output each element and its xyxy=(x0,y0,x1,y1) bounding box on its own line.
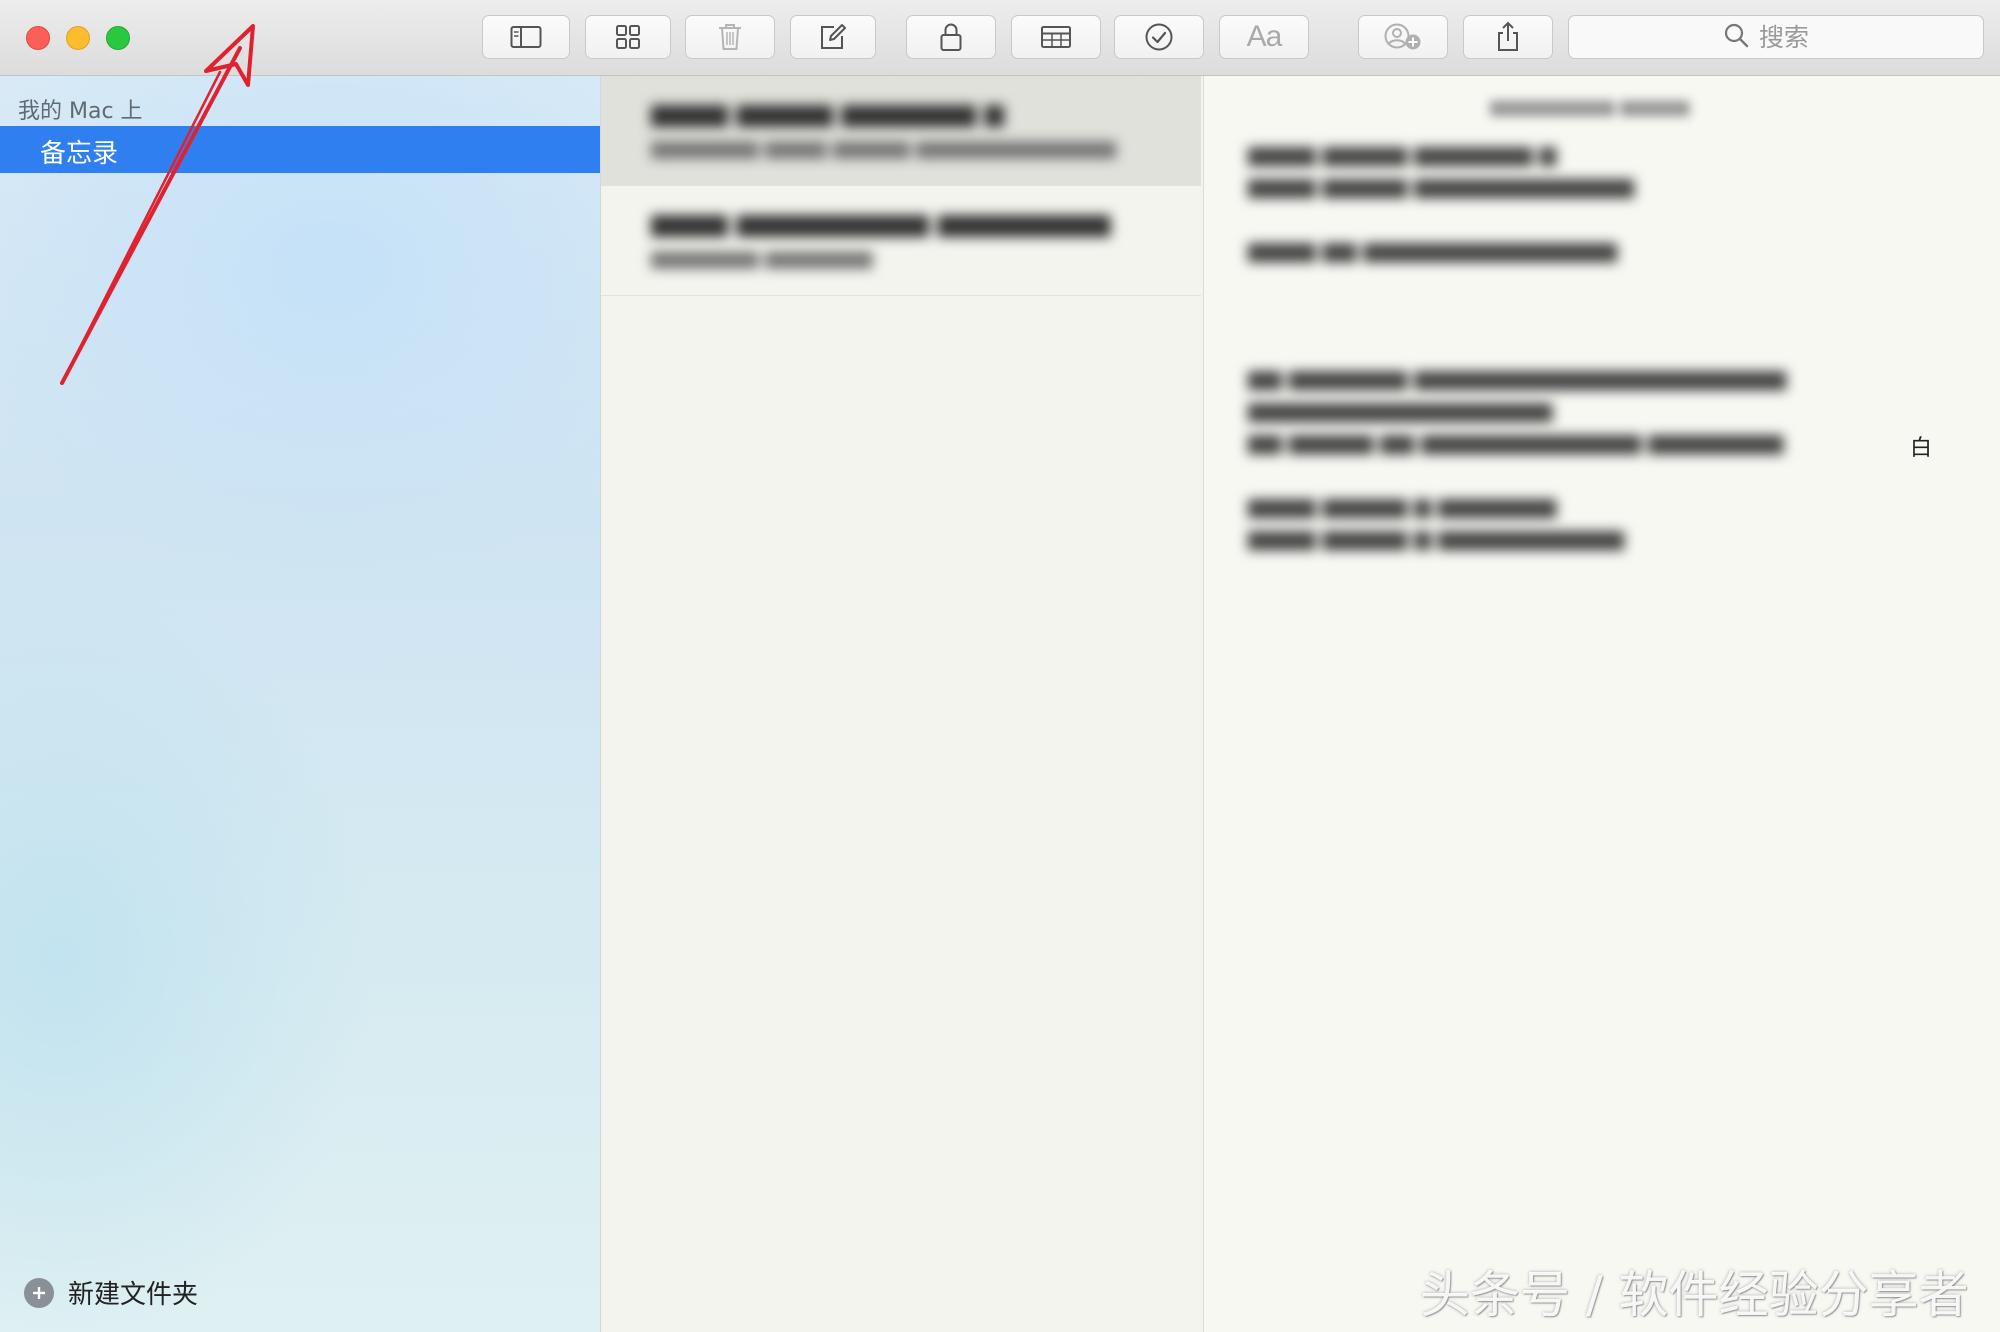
sidebar-icon xyxy=(510,25,542,49)
new-folder-label: 新建文件夹 xyxy=(68,1280,199,1310)
checkmark-circle-icon xyxy=(1144,22,1174,52)
note-text-blurred: ▆▆▆▆ ▆▆ ▆▆▆▆▆▆▆▆▆▆▆▆▆▆▆ xyxy=(1248,238,1618,263)
search-field[interactable] xyxy=(1568,15,1984,59)
note-text-blurred: ▆▆▆▆ ▆▆▆▆▆ ▆▆▆▆▆▆▆ ▆ xyxy=(1248,142,1557,167)
lock-button[interactable] xyxy=(906,15,996,59)
note-title-blurred: ▆▆▆▆ ▆▆▆▆▆ ▆▆▆▆▆▆▆ ▆ xyxy=(651,98,1004,127)
trash-icon xyxy=(717,22,743,52)
grid-icon xyxy=(615,24,641,50)
lock-icon xyxy=(939,22,963,52)
sidebar-item-label: 备忘录 xyxy=(40,139,119,169)
note-title-blurred: ▆▆▆▆ ▆▆▆▆▆▆▆▆▆▆ ▆▆▆▆▆▆▆▆▆ xyxy=(651,208,1111,237)
compose-icon xyxy=(818,23,848,51)
zoom-window-button[interactable] xyxy=(106,26,130,50)
gallery-view-button[interactable] xyxy=(585,15,671,59)
share-icon xyxy=(1495,21,1521,53)
toolbar: Aa xyxy=(0,0,2000,76)
note-text-blurred: ▆▆▆▆▆▆▆▆▆▆▆▆▆▆▆▆▆▆ xyxy=(1248,398,1553,423)
account-section-header: 我的 Mac 上 xyxy=(18,99,143,124)
format-button[interactable]: Aa xyxy=(1219,15,1309,59)
text-format-icon: Aa xyxy=(1246,20,1283,53)
search-input[interactable] xyxy=(1759,22,1829,52)
watermark: 头条号 / 软件经验分享者 xyxy=(1420,1266,1969,1324)
note-list: ▆▆▆▆ ▆▆▆▆▆ ▆▆▆▆▆▆▆ ▆ ▆▆▆▆▆▆▆ ▆▆▆▆ ▆▆▆▆▆ … xyxy=(601,76,1204,1332)
note-date-blurred: ▆▆▆▆▆▆▆▆▆ ▆▆▆▆▆ xyxy=(1490,96,1690,117)
note-text-blurred: ▆▆ ▆▆▆▆▆ ▆▆ ▆▆▆▆▆▆▆▆▆▆▆▆▆ ▆▆▆▆▆▆▆▆ xyxy=(1248,430,1784,455)
checklist-button[interactable] xyxy=(1114,15,1204,59)
table-icon xyxy=(1040,25,1072,49)
sidebar-item-notes[interactable]: 备忘录 xyxy=(0,126,600,173)
note-text-blurred: ▆▆▆▆ ▆▆▆▆▆ ▆ ▆▆▆▆▆▆▆ xyxy=(1248,494,1557,519)
add-person-icon xyxy=(1382,22,1424,52)
list-item[interactable]: ▆▆▆▆ ▆▆▆▆▆▆▆▆▆▆ ▆▆▆▆▆▆▆▆▆ ▆▆▆▆▆▆▆ ▆▆▆▆▆▆… xyxy=(601,186,1201,296)
notes-window: Aa 我的 Mac 上 备忘录 新建文件夹 xyxy=(0,0,2000,1332)
note-text-blurred: ▆▆▆▆ ▆▆▆▆▆ ▆ ▆▆▆▆▆▆▆▆▆▆▆ xyxy=(1248,526,1625,551)
note-text-visible: 白 xyxy=(1910,436,1933,461)
compose-button[interactable] xyxy=(790,15,876,59)
note-text-blurred: ▆▆ ▆▆▆▆▆▆▆ ▆▆▆▆▆▆▆▆▆▆▆▆▆▆▆▆▆▆▆▆▆▆ xyxy=(1248,366,1787,391)
search-icon xyxy=(1723,22,1749,52)
new-folder-button[interactable]: 新建文件夹 xyxy=(24,1274,198,1311)
delete-button[interactable] xyxy=(685,15,775,59)
note-preview-blurred: ▆▆▆▆▆▆▆ ▆▆▆▆ ▆▆▆▆▆ ▆▆▆▆▆▆▆▆▆▆▆▆▆ xyxy=(651,135,1117,159)
share-button[interactable] xyxy=(1463,15,1553,59)
minimize-window-button[interactable] xyxy=(66,26,90,50)
sidebar-toggle-button[interactable] xyxy=(482,15,570,59)
list-item[interactable]: ▆▆▆▆ ▆▆▆▆▆ ▆▆▆▆▆▆▆ ▆ ▆▆▆▆▆▆▆ ▆▆▆▆ ▆▆▆▆▆ … xyxy=(601,76,1201,186)
folder-sidebar: 我的 Mac 上 备忘录 新建文件夹 xyxy=(0,76,601,1332)
close-window-button[interactable] xyxy=(26,26,50,50)
note-editor[interactable]: ▆▆▆▆▆▆▆▆▆ ▆▆▆▆▆ ▆▆▆▆ ▆▆▆▆▆ ▆▆▆▆▆▆▆ ▆ ▆▆▆… xyxy=(1204,76,2000,1332)
add-people-button[interactable] xyxy=(1358,15,1448,59)
table-button[interactable] xyxy=(1011,15,1101,59)
plus-circle-icon xyxy=(24,1277,54,1308)
note-preview-blurred: ▆▆▆▆▆▆▆ ▆▆▆▆▆▆▆ xyxy=(651,245,873,269)
note-text-blurred: ▆▆▆▆ ▆▆▆▆▆ ▆▆▆▆▆▆▆▆▆▆▆▆▆ xyxy=(1248,174,1635,199)
